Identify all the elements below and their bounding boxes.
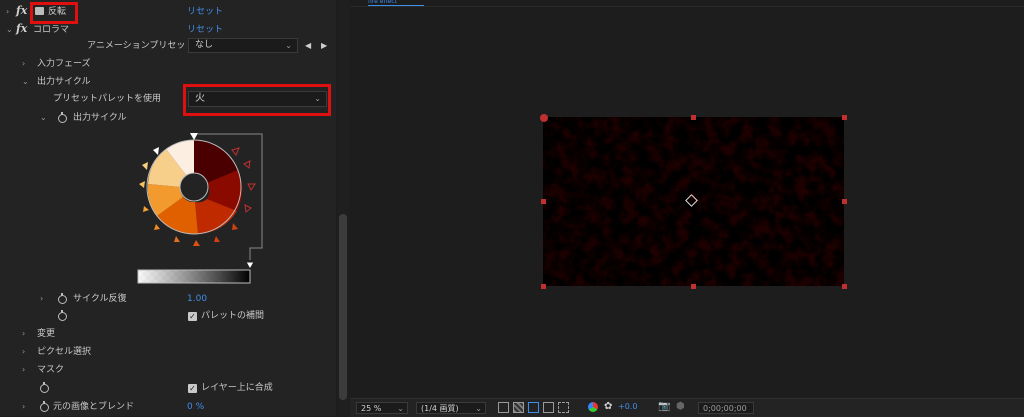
stopwatch-icon[interactable] [58, 293, 67, 304]
output-cycle-inner-row[interactable]: ⌄ 出力サイクル [0, 109, 336, 127]
modify-row[interactable]: › 変更 [0, 325, 336, 343]
next-preset-icon[interactable]: ▶ [321, 37, 327, 55]
triangle-marker[interactable] [174, 236, 180, 242]
fx-icon[interactable]: fx [16, 2, 27, 20]
expand-arrow-icon[interactable]: ⌄ [22, 73, 29, 91]
transform-handle[interactable] [842, 199, 847, 204]
triangle-marker[interactable] [143, 206, 149, 212]
output-cycle-color-wheel[interactable] [134, 128, 270, 288]
transform-handle[interactable] [842, 284, 847, 289]
prev-preset-icon[interactable]: ◀ [305, 37, 311, 55]
chevron-down-icon: ⌄ [397, 404, 404, 413]
collapse-arrow-icon[interactable]: › [22, 398, 25, 416]
transform-handle[interactable] [842, 115, 847, 120]
timecode-field[interactable]: 0;00;00;00 [698, 402, 754, 414]
animation-preset-dropdown[interactable]: なし ⌄ [188, 38, 298, 53]
resolution-dropdown[interactable]: (1/4 画質) ⌄ [416, 402, 486, 414]
triangle-marker[interactable] [214, 236, 220, 242]
palette-interp-label: パレットの補間 [201, 311, 265, 321]
resolution-value: (1/4 画質) [421, 404, 459, 413]
blend-original-label: 元の画像とブレンド [53, 402, 135, 412]
palette-interp-row: ✓ パレットの補間 [0, 307, 336, 325]
triangle-marker[interactable] [231, 147, 240, 156]
input-phase-row[interactable]: › 入力フェーズ [0, 55, 336, 73]
composite-on-layer-label: レイヤー上に合成 [201, 383, 273, 393]
mask-row[interactable]: › マスク [0, 361, 336, 379]
transform-handle[interactable] [541, 199, 546, 204]
fx-icon[interactable]: fx [16, 20, 27, 38]
fast-previews-icon[interactable] [498, 402, 509, 413]
chevron-down-icon: ⌄ [285, 41, 292, 50]
collapse-arrow-icon[interactable]: › [22, 361, 25, 379]
collapse-arrow-icon[interactable]: › [22, 343, 25, 361]
exposure-value[interactable]: +0.0 [618, 402, 637, 411]
reset-link[interactable]: リセット [187, 3, 223, 21]
wheel-center [179, 172, 209, 202]
mask-label: マスク [37, 365, 65, 375]
timecode-value: 0;00;00;00 [703, 404, 747, 413]
pixel-select-label: ピクセル選択 [37, 347, 92, 357]
palette-interp-checkbox[interactable]: ✓ [188, 312, 197, 321]
output-cycle-label: 出力サイクル [37, 77, 91, 87]
viewer-toolbar: 25 % ⌄ (1/4 画質) ⌄ ✿ +0.0 📷 ⬢ 0;00;00;00 [350, 398, 1024, 417]
collapse-arrow-icon[interactable]: › [22, 325, 25, 343]
guides-icon[interactable] [558, 402, 569, 413]
preset-palette-label: プリセットパレットを使用 [53, 94, 162, 104]
alpha-marker[interactable] [245, 261, 255, 271]
transform-handle[interactable] [541, 284, 546, 289]
scrollbar-thumb[interactable] [339, 214, 347, 400]
collapse-arrow-icon[interactable]: › [6, 3, 9, 21]
triangle-marker[interactable] [142, 162, 148, 170]
transparency-grid-icon[interactable] [513, 402, 524, 413]
zoom-dropdown[interactable]: 25 % ⌄ [356, 402, 408, 414]
show-snapshot-icon[interactable]: ⬢ [676, 401, 685, 412]
viewer-tab[interactable]: fire effect [368, 0, 424, 6]
animation-preset-value: なし [195, 40, 214, 50]
triangle-marker[interactable] [244, 204, 252, 213]
stopwatch-icon[interactable] [58, 310, 67, 321]
blend-original-row[interactable]: › 元の画像とブレンド 0 % [0, 398, 336, 416]
triangle-marker[interactable] [193, 240, 200, 246]
composite-on-layer-checkbox[interactable]: ✓ [188, 384, 197, 393]
cycle-repeat-row[interactable]: › サイクル反復 1.00 [0, 290, 336, 308]
collapse-arrow-icon[interactable]: › [22, 55, 25, 73]
cycle-repeat-value[interactable]: 1.00 [187, 290, 207, 308]
triangle-marker[interactable] [232, 223, 238, 230]
region-of-interest-icon[interactable] [543, 402, 554, 413]
zoom-value: 25 % [361, 404, 382, 413]
channel-icon[interactable] [588, 402, 598, 412]
animation-preset-label: アニメーションプリセット : [87, 41, 201, 51]
exposure-icon[interactable]: ✿ [604, 401, 612, 412]
transform-handle[interactable] [691, 284, 696, 289]
blend-original-value[interactable]: 0 % [187, 398, 204, 416]
anchor-handle[interactable] [540, 114, 548, 122]
collapse-arrow-icon[interactable]: › [40, 290, 43, 308]
mask-visibility-icon[interactable] [528, 402, 539, 413]
pixel-select-row[interactable]: › ピクセル選択 [0, 343, 336, 361]
transform-handle[interactable] [691, 115, 696, 120]
output-cycle-inner-label: 出力サイクル [73, 113, 127, 123]
camera-icon[interactable]: 📷 [658, 401, 670, 412]
stopwatch-icon[interactable] [40, 382, 49, 393]
triangle-marker[interactable] [153, 147, 159, 155]
triangle-marker[interactable] [154, 224, 160, 230]
effect-controls-panel: › fx 反転 リセット ⌄ fx コロラマ リセット アニメーションプリセット… [0, 0, 336, 416]
triangle-marker[interactable] [243, 160, 251, 169]
alpha-gradient-bar[interactable] [137, 269, 251, 284]
modify-label: 変更 [37, 329, 56, 339]
stopwatch-icon[interactable] [40, 401, 49, 412]
animation-preset-row: アニメーションプリセット : なし ⌄ ◀ ▶ [0, 37, 336, 55]
triangle-marker[interactable] [190, 133, 198, 140]
viewer-tab-line [350, 6, 1024, 7]
triangle-marker[interactable] [247, 183, 256, 191]
composite-on-layer-row: ✓ レイヤー上に合成 [0, 379, 336, 397]
expand-arrow-icon[interactable]: ⌄ [40, 109, 47, 127]
stopwatch-icon[interactable] [58, 112, 67, 123]
cycle-repeat-label: サイクル反復 [73, 294, 127, 304]
input-phase-label: 入力フェーズ [37, 59, 91, 69]
triangle-marker[interactable] [139, 181, 145, 188]
chevron-down-icon: ⌄ [475, 404, 482, 413]
